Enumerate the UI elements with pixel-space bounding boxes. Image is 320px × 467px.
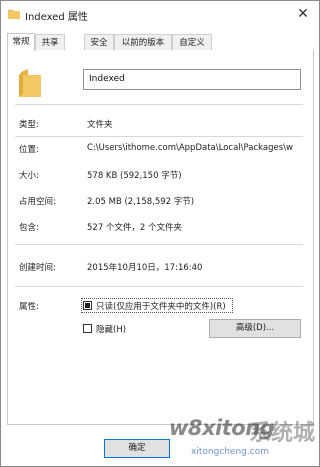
title-bar[interactable]: Indexed 属性 ✕ — [1, 1, 319, 28]
hidden-checkbox-label[interactable]: 隐藏(H) — [96, 323, 126, 335]
size-value: 578 KB (592,150 字节) — [87, 171, 182, 181]
folder-small-icon — [8, 10, 20, 19]
advanced-button[interactable]: 高级(D)... — [209, 319, 301, 338]
size-on-disk-label: 占用空间: — [19, 197, 56, 207]
folder-name-input[interactable]: Indexed — [83, 69, 301, 90]
separator — [15, 244, 303, 245]
created-label: 创建时间: — [19, 263, 56, 273]
location-value[interactable]: C:\Users\ithome.com\AppData\Local\Packag… — [87, 143, 309, 153]
tab-previous-versions[interactable]: 以前的版本 — [114, 34, 172, 50]
general-panel — [7, 50, 314, 425]
folder-icon — [19, 69, 41, 97]
separator — [15, 104, 303, 105]
size-label: 大小: — [19, 171, 39, 181]
watermark-url: xitongcheng.com — [191, 447, 269, 457]
tab-strip: 常规 共享 安全 以前的版本 自定义 — [7, 33, 313, 51]
close-icon[interactable]: ✕ — [293, 4, 313, 24]
type-label: 类型: — [19, 120, 39, 130]
properties-window: Indexed 属性 ✕ 常规 共享 安全 以前的版本 自定义 Indexed … — [0, 0, 320, 467]
tab-sharing[interactable]: 共享 — [35, 34, 65, 50]
separator — [15, 286, 303, 287]
created-value: 2015年10月10日，17:16:40 — [87, 263, 203, 273]
size-on-disk-value: 2.05 MB (2,158,592 字节) — [87, 197, 195, 207]
readonly-checkbox-label[interactable]: 只读(仅应用于文件夹中的文件)(R) — [96, 300, 226, 312]
type-value: 文件夹 — [87, 120, 113, 130]
attributes-label: 属性: — [19, 302, 39, 312]
window-title: Indexed 属性 — [25, 12, 88, 23]
tab-customize[interactable]: 自定义 — [172, 34, 212, 50]
watermark-cn: 系统城 — [249, 421, 316, 446]
separator — [15, 136, 303, 137]
tab-general[interactable]: 常规 — [7, 33, 35, 51]
ok-button[interactable]: 确定 — [104, 439, 170, 458]
hidden-checkbox[interactable] — [83, 324, 92, 333]
location-label: 位置: — [19, 145, 39, 155]
contains-value: 527 个文件，2 个文件夹 — [87, 223, 183, 233]
contains-label: 包含: — [19, 223, 39, 233]
tab-security[interactable]: 安全 — [84, 34, 114, 50]
readonly-checkbox[interactable] — [83, 301, 92, 310]
